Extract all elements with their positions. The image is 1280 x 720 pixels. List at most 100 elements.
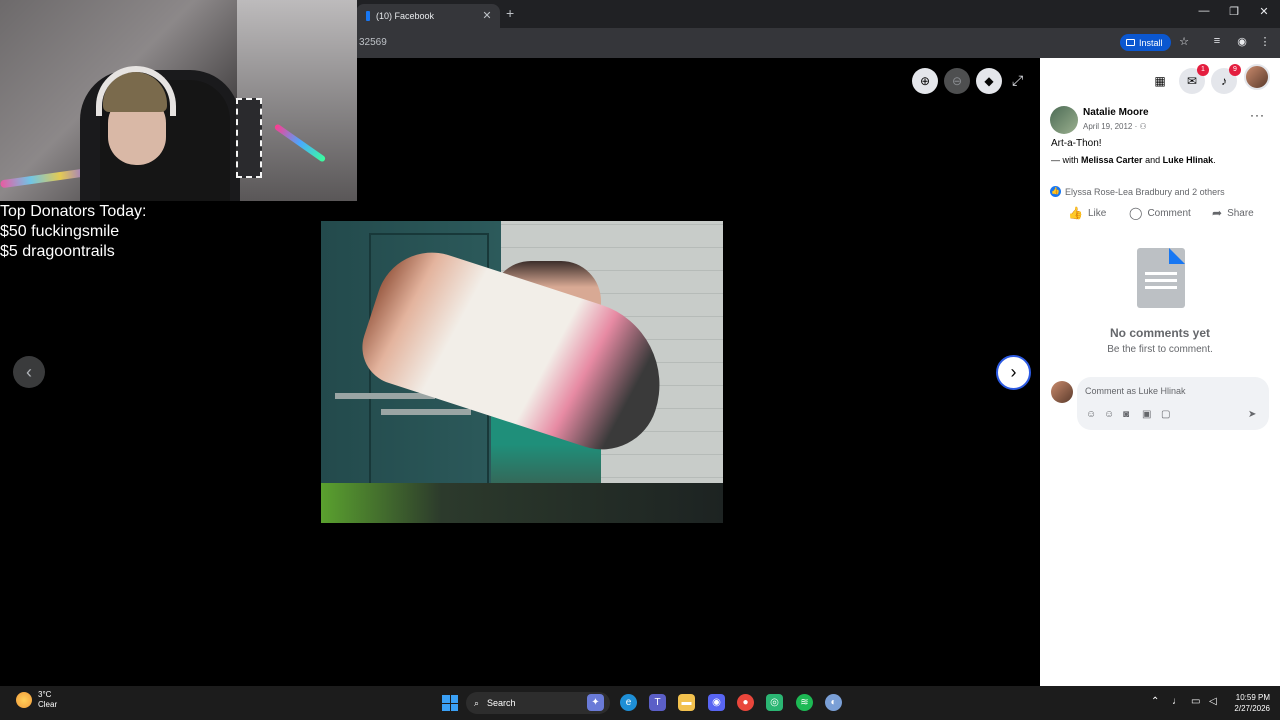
- no-comments-title: No comments yet: [1109, 326, 1211, 340]
- send-icon[interactable]: ➤: [1248, 409, 1256, 420]
- post-caption: Art-a-Thon!: [1051, 138, 1102, 149]
- tagged-person-link[interactable]: Melissa Carter: [1081, 155, 1143, 165]
- weather-icon: [16, 692, 32, 708]
- comment-placeholder: Comment as Luke Hlinak: [1085, 386, 1186, 396]
- file-explorer-icon[interactable]: ▬: [678, 694, 695, 711]
- zoom-in-icon: ⊕: [919, 74, 931, 88]
- notifications-button[interactable]: ♪ 9: [1211, 64, 1241, 94]
- whatsapp-icon[interactable]: ◎: [766, 694, 783, 711]
- share-button[interactable]: ➦ Share: [1212, 206, 1254, 220]
- media-control-icon[interactable]: ≡: [1210, 35, 1224, 47]
- chrome-icon[interactable]: ●: [737, 694, 754, 711]
- messenger-button[interactable]: ✉ 1: [1179, 64, 1209, 94]
- search-label: Search: [487, 698, 516, 708]
- url-text[interactable]: 32569: [359, 37, 387, 48]
- edge-icon[interactable]: e: [620, 694, 637, 711]
- camera-icon[interactable]: ◙: [1123, 409, 1129, 420]
- screen: (10) Facebook ✕ + — ❐ ✕ 32569 Install ☆ …: [0, 0, 1280, 720]
- grid-icon: ▦: [1154, 74, 1166, 88]
- extension-icon[interactable]: ◉: [1235, 35, 1249, 48]
- more-options-icon[interactable]: ···: [1250, 108, 1265, 122]
- display-icon[interactable]: ▭: [1191, 696, 1200, 707]
- temperature: 3°C: [38, 690, 52, 699]
- discord-icon[interactable]: ◉: [708, 694, 725, 711]
- tagged-people: — with Melissa Carter and Luke Hlinak.: [1051, 155, 1216, 165]
- windows-taskbar: 3°C Clear ⌕ Search ✦ e T ▬ ◉ ● ◎ ≋ ◐ ⌃ ♩…: [0, 686, 1280, 720]
- account-avatar[interactable]: [1244, 64, 1270, 90]
- author-name[interactable]: Natalie Moore: [1083, 107, 1149, 118]
- donators-heading: Top Donators Today:: [0, 203, 147, 220]
- zoom-out-icon: ⊖: [951, 74, 963, 88]
- chevron-right-icon: ›: [1010, 362, 1017, 382]
- share-arrow-icon: ➦: [1212, 206, 1223, 220]
- donator-line: $50 fuckingsmile: [0, 223, 120, 240]
- webcam-overlay: [0, 0, 357, 201]
- emoji-icon[interactable]: ☺: [1104, 409, 1114, 420]
- clock-time: 10:59 PM: [1235, 693, 1270, 702]
- app-icon[interactable]: ◐: [825, 694, 842, 711]
- tab-title: (10) Facebook: [376, 11, 435, 21]
- spotify-icon[interactable]: ≋: [796, 694, 813, 711]
- previous-photo-button[interactable]: ‹: [13, 356, 45, 388]
- donator-line: $5 dragoontrails: [0, 243, 115, 260]
- sticker-icon[interactable]: ▢: [1161, 409, 1170, 420]
- install-label: Install: [1139, 37, 1163, 48]
- no-comments-document-icon: [1137, 248, 1185, 308]
- browser-menu-icon[interactable]: ⋮: [1258, 35, 1272, 48]
- weather-widget[interactable]: 3°C Clear: [16, 690, 57, 710]
- comment-button[interactable]: ◯ Comment: [1129, 206, 1191, 220]
- next-photo-button[interactable]: ›: [996, 355, 1031, 390]
- tray-overflow-icon[interactable]: ⌃: [1151, 696, 1159, 707]
- teams-icon[interactable]: T: [649, 694, 666, 711]
- bell-icon: ♪: [1221, 74, 1227, 88]
- and-text: and: [1142, 155, 1163, 165]
- search-icon: ⌕: [474, 697, 480, 708]
- messenger-badge: 1: [1197, 64, 1209, 76]
- tagged-person-link[interactable]: Luke Hlinak: [1163, 155, 1214, 165]
- facebook-favicon-icon: [366, 11, 370, 21]
- messenger-icon: ✉: [1186, 74, 1198, 88]
- tab-facebook[interactable]: (10) Facebook ✕: [356, 4, 500, 28]
- restore-button[interactable]: ❐: [1226, 5, 1242, 18]
- tag-photo-button[interactable]: ◆: [976, 68, 1002, 94]
- post-photo[interactable]: [321, 221, 723, 523]
- zoom-in-button[interactable]: ⊕: [912, 68, 938, 94]
- weather-condition: Clear: [38, 700, 58, 709]
- author-avatar[interactable]: [1050, 106, 1078, 134]
- gif-icon[interactable]: ▣: [1142, 409, 1151, 420]
- no-comments-subtitle: Be the first to comment.: [1107, 344, 1213, 355]
- top-donators-overlay: Top Donators Today: $50 fuckingsmile $5 …: [0, 202, 146, 262]
- like-label: Like: [1087, 207, 1107, 219]
- reactions-summary[interactable]: 👍 Elyssa Rose-Lea Bradbury and 2 others: [1050, 186, 1225, 197]
- post-side-panel: ▦ ✉ 1 ♪ 9 Natalie Moore April 19, 2012 ·…: [1040, 58, 1280, 686]
- windows-start-icon[interactable]: [442, 695, 458, 711]
- avatar-sticker-icon[interactable]: ☺: [1086, 409, 1096, 420]
- volume-icon[interactable]: ◁: [1209, 696, 1217, 707]
- tag-icon: ◆: [984, 74, 994, 88]
- like-button[interactable]: 👍 Like: [1068, 206, 1106, 220]
- copilot-icon[interactable]: ✦: [587, 694, 604, 711]
- apps-menu-button[interactable]: ▦: [1147, 68, 1173, 94]
- zoom-out-button[interactable]: ⊖: [944, 68, 970, 94]
- bookmark-star-icon[interactable]: ☆: [1177, 35, 1191, 48]
- audience-friends-icon: ⚇: [1139, 122, 1147, 131]
- comment-input[interactable]: Comment as Luke Hlinak ☺ ☺ ◙ ▣ ▢ ➤: [1077, 377, 1269, 430]
- post-date[interactable]: April 19, 2012 · ⚇: [1083, 122, 1147, 131]
- fullscreen-icon[interactable]: ⤢: [1012, 72, 1023, 89]
- minimize-button[interactable]: —: [1196, 5, 1212, 17]
- microphone-icon[interactable]: ♩: [1172, 696, 1182, 707]
- new-tab-button[interactable]: +: [506, 5, 514, 21]
- share-label: Share: [1227, 207, 1254, 219]
- like-reaction-icon: 👍: [1050, 186, 1061, 197]
- post-date-text: April 19, 2012 ·: [1083, 122, 1138, 131]
- thumbs-up-icon: 👍: [1068, 206, 1083, 220]
- install-icon: [1126, 39, 1135, 46]
- notifications-badge: 9: [1229, 64, 1241, 76]
- tab-close-icon[interactable]: ✕: [480, 9, 494, 23]
- clock-date: 2/27/2026: [1234, 704, 1270, 713]
- install-app-button[interactable]: Install: [1120, 34, 1171, 51]
- system-clock[interactable]: 10:59 PM 2/27/2026: [1226, 692, 1270, 714]
- reactions-text: Elyssa Rose-Lea Bradbury and 2 others: [1065, 186, 1225, 197]
- chevron-left-icon: ‹: [26, 361, 32, 382]
- close-window-button[interactable]: ✕: [1256, 5, 1272, 18]
